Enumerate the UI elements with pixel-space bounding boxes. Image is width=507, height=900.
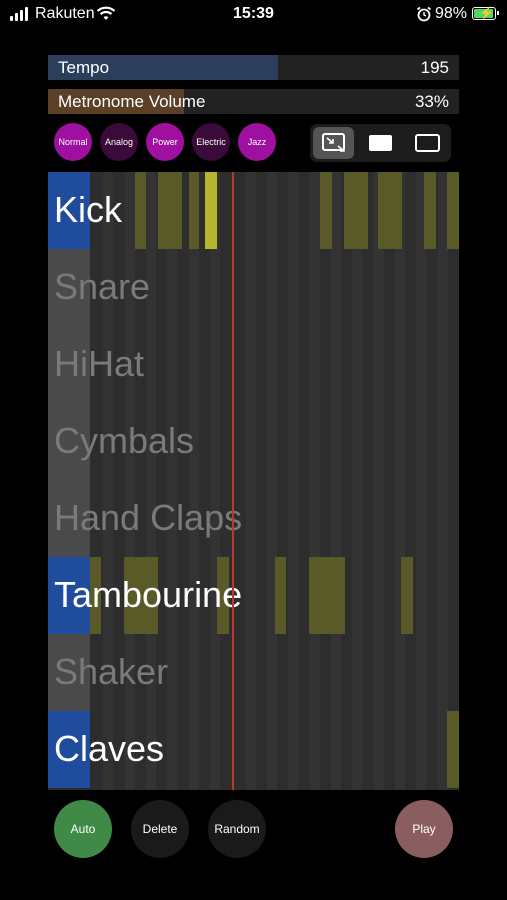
- note-cell[interactable]: [189, 172, 199, 249]
- track-row-hihat[interactable]: HiHat: [48, 326, 459, 403]
- note-cell[interactable]: [275, 557, 286, 634]
- track-name: Hand Claps: [54, 497, 243, 538]
- track-row-hand-claps[interactable]: Hand Claps: [48, 480, 459, 557]
- track-name: Cymbals: [54, 420, 195, 461]
- auto-button[interactable]: Auto: [54, 800, 112, 858]
- view-mode-outline[interactable]: [407, 127, 448, 159]
- tempo-slider[interactable]: Tempo 195: [48, 55, 459, 80]
- track-name: Claves: [54, 728, 165, 769]
- note-cell[interactable]: [344, 172, 368, 249]
- note-cell[interactable]: [401, 557, 413, 634]
- kit-button-analog[interactable]: Analog: [100, 123, 138, 161]
- filled-rect-icon: [369, 135, 392, 151]
- battery-percent: 98%: [435, 5, 468, 22]
- track-row-shaker[interactable]: Shaker: [48, 634, 459, 711]
- metronome-volume-label: Metronome Volume: [58, 92, 206, 111]
- tempo-value: 195: [420, 58, 449, 77]
- zoom-fit-icon: [322, 133, 345, 152]
- track-name: Shaker: [54, 651, 169, 692]
- metronome-volume-value: 33%: [414, 92, 449, 111]
- track-row-claves[interactable]: Claves: [48, 711, 459, 788]
- note-cell[interactable]: [158, 172, 182, 249]
- track-name: HiHat: [54, 343, 145, 384]
- view-mode-filled[interactable]: [360, 127, 401, 159]
- track-row-cymbals[interactable]: Cymbals: [48, 403, 459, 480]
- note-cell[interactable]: [309, 557, 345, 634]
- metronome-volume-slider[interactable]: Metronome Volume 33%: [48, 89, 459, 114]
- track-name: Snare: [54, 266, 151, 307]
- track-name: Tambourine: [54, 574, 243, 615]
- kit-button-power[interactable]: Power: [146, 123, 184, 161]
- sequencer-grid[interactable]: Kick Snare HiHat Cymbals Hand Claps Tamb…: [48, 172, 459, 790]
- note-cell[interactable]: [447, 172, 459, 249]
- note-cell-highlighted[interactable]: [205, 172, 217, 249]
- note-cell[interactable]: [135, 172, 146, 249]
- note-cell[interactable]: [447, 711, 459, 788]
- view-mode-selector: [310, 124, 451, 162]
- battery-icon: ⚡: [472, 6, 499, 20]
- note-cell[interactable]: [378, 172, 402, 249]
- view-mode-zoom-fit[interactable]: [313, 127, 354, 159]
- random-button[interactable]: Random: [208, 800, 266, 858]
- note-cell[interactable]: [424, 172, 436, 249]
- track-row-tambourine[interactable]: Tambourine: [48, 557, 459, 634]
- play-button[interactable]: Play: [395, 800, 453, 858]
- status-bar: Rakuten 15:39 98% ⚡: [0, 0, 507, 30]
- kit-button-electric[interactable]: Electric: [192, 123, 230, 161]
- track-name: Kick: [54, 189, 123, 230]
- track-row-snare[interactable]: Snare: [48, 249, 459, 326]
- kit-button-jazz[interactable]: Jazz: [238, 123, 276, 161]
- kit-button-normal[interactable]: Normal: [54, 123, 92, 161]
- note-cell[interactable]: [320, 172, 332, 249]
- alarm-icon: [416, 6, 432, 22]
- playhead: [232, 172, 234, 790]
- track-row-kick[interactable]: Kick: [48, 172, 459, 249]
- tempo-label: Tempo: [58, 58, 110, 77]
- delete-button[interactable]: Delete: [131, 800, 189, 858]
- outline-rect-icon: [415, 134, 440, 152]
